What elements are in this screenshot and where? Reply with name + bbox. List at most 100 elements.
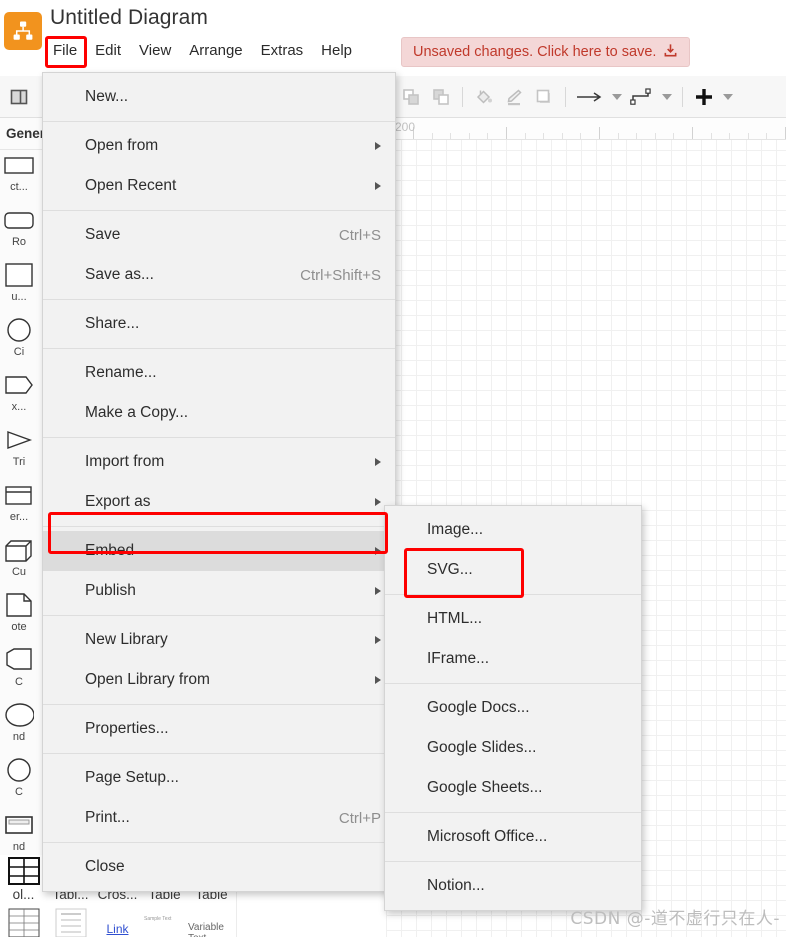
menu-help[interactable]: Help (312, 39, 361, 62)
file-menu-item-embed[interactable]: Embed (43, 531, 395, 571)
file-menu-separator (43, 348, 395, 349)
plus-icon[interactable] (689, 82, 719, 112)
file-menu-item-share[interactable]: Share... (43, 304, 395, 344)
elbow-connector-icon[interactable] (626, 82, 658, 112)
submenu-arrow-icon (375, 547, 381, 555)
file-menu-item-publish[interactable]: Publish (43, 571, 395, 611)
shape-label: nd (12, 841, 26, 853)
shape-item[interactable]: ote (0, 590, 38, 645)
shape-item[interactable]: u... (0, 260, 38, 315)
file-menu-item-new[interactable]: New... (43, 77, 395, 117)
shape-item[interactable]: x... (0, 370, 38, 425)
palette-item[interactable]: ol... (0, 855, 47, 937)
file-menu-item-print[interactable]: Print... Ctrl+P (43, 798, 395, 838)
file-menu-item-import-from[interactable]: Import from (43, 442, 395, 482)
submenu-arrow-icon (375, 142, 381, 150)
shape-item[interactable]: Cu (0, 535, 38, 590)
embed-menu-item-label: Google Docs... (427, 699, 530, 716)
ruler-tick (543, 133, 545, 139)
to-back-icon[interactable] (426, 82, 456, 112)
file-menu-item-open-library-from[interactable]: Open Library from (43, 660, 395, 700)
unsaved-changes-button[interactable]: Unsaved changes. Click here to save. (401, 37, 691, 67)
palette-label: ol... (12, 887, 35, 902)
file-menu-item-rename[interactable]: Rename... (43, 353, 395, 393)
palette-link-label[interactable]: Link (94, 902, 141, 937)
embed-submenu[interactable]: Image... SVG... HTML... IFrame... Google Doc… (384, 505, 642, 911)
caret-down-icon[interactable] (719, 82, 737, 112)
triangle-icon (3, 427, 35, 453)
ruler-tick (692, 127, 693, 139)
file-dropdown-menu[interactable]: New... Open from Open Recent Save Ctrl+S Save… (42, 72, 396, 892)
file-menu-item-label: Share... (85, 315, 140, 332)
shape-label: Ro (11, 236, 27, 248)
shapes-panel[interactable]: General ct... Ro u... (0, 118, 44, 937)
file-menu-item-export-as[interactable]: Export as (43, 482, 395, 522)
embed-menu-item-google-docs[interactable]: Google Docs... (385, 688, 641, 728)
shapes-section-general[interactable]: General (0, 118, 43, 150)
diagram-logo-icon[interactable] (4, 12, 42, 50)
menubar: File Edit View Arrange Extras Help (44, 39, 361, 62)
toolbar-divider (565, 87, 566, 107)
menu-edit[interactable]: Edit (86, 39, 130, 62)
file-menu-separator (43, 704, 395, 705)
embed-menu-item-microsoft-office[interactable]: Microsoft Office... (385, 817, 641, 857)
shape-item[interactable]: C (0, 645, 38, 700)
pencil-line-icon[interactable] (499, 82, 529, 112)
file-menu-separator (43, 210, 395, 211)
menu-arrange[interactable]: Arrange (180, 39, 251, 62)
caret-down-icon[interactable] (658, 82, 676, 112)
shape-label: C (15, 786, 23, 798)
file-menu-item-label: Close (85, 858, 125, 875)
embed-menu-item-google-sheets[interactable]: Google Sheets... (385, 768, 641, 808)
embed-menu-item-label: Image... (427, 521, 483, 538)
embed-menu-item-notion[interactable]: Notion... (385, 866, 641, 906)
embed-menu-item-html[interactable]: HTML... (385, 599, 641, 639)
panel-icon[interactable] (4, 82, 34, 112)
rectangle-icon (3, 152, 35, 178)
file-menu-item-close[interactable]: Close (43, 847, 395, 887)
embed-menu-item-svg[interactable]: SVG... (385, 550, 641, 590)
shape-item[interactable]: er... (0, 480, 38, 535)
palette-sub-thumb: Sample Text (141, 902, 188, 937)
paint-bucket-icon[interactable] (469, 82, 499, 112)
menu-extras[interactable]: Extras (252, 39, 313, 62)
file-menu-item-open-recent[interactable]: Open Recent (43, 166, 395, 206)
unsaved-changes-label: Unsaved changes. Click here to save. (413, 44, 657, 60)
file-menu-item-properties[interactable]: Properties... (43, 709, 395, 749)
file-menu-item-label: New Library (85, 631, 168, 648)
app-header: Untitled Diagram File Edit View Arrange … (0, 0, 786, 76)
embed-menu-separator (385, 594, 641, 595)
ruler-tick (766, 133, 768, 139)
file-menu-item-save[interactable]: Save Ctrl+S (43, 215, 395, 255)
menu-file[interactable]: File (44, 39, 87, 62)
menu-shortcut: Ctrl+Shift+S (300, 266, 381, 284)
shape-item[interactable]: Ro (0, 205, 38, 260)
file-menu-item-label: New... (85, 88, 129, 105)
embed-menu-item-google-slides[interactable]: Google Slides... (385, 728, 641, 768)
shape-item[interactable]: C (0, 755, 38, 810)
file-menu-item-new-library[interactable]: New Library (43, 620, 395, 660)
shape-item[interactable]: Tri (0, 425, 38, 480)
shape-item[interactable]: ct... (0, 150, 38, 205)
arrow-right-icon[interactable] (572, 82, 608, 112)
file-menu-item-page-setup[interactable]: Page Setup... (43, 758, 395, 798)
to-front-icon[interactable] (396, 82, 426, 112)
table-grid-icon (7, 855, 41, 885)
shape-label: er... (9, 511, 29, 523)
shape-item[interactable]: Ci (0, 315, 38, 370)
file-menu-separator (43, 753, 395, 754)
embed-menu-item-image[interactable]: Image... (385, 510, 641, 550)
embed-menu-item-iframe[interactable]: IFrame... (385, 639, 641, 679)
shape-item[interactable]: nd (0, 700, 38, 755)
ruler-tick (710, 133, 712, 139)
caret-down-icon[interactable] (608, 82, 626, 112)
file-menu-item-open-from[interactable]: Open from (43, 126, 395, 166)
submenu-arrow-icon (375, 636, 381, 644)
shadow-square-icon[interactable] (529, 82, 559, 112)
file-menu-item-save-as[interactable]: Save as... Ctrl+Shift+S (43, 255, 395, 295)
file-menu-item-label: Open Library from (85, 671, 210, 688)
link-text[interactable]: Link (106, 922, 128, 936)
file-menu-item-make-a-copy[interactable]: Make a Copy... (43, 393, 395, 433)
menu-view[interactable]: View (130, 39, 180, 62)
shape-label: ct... (10, 181, 28, 193)
